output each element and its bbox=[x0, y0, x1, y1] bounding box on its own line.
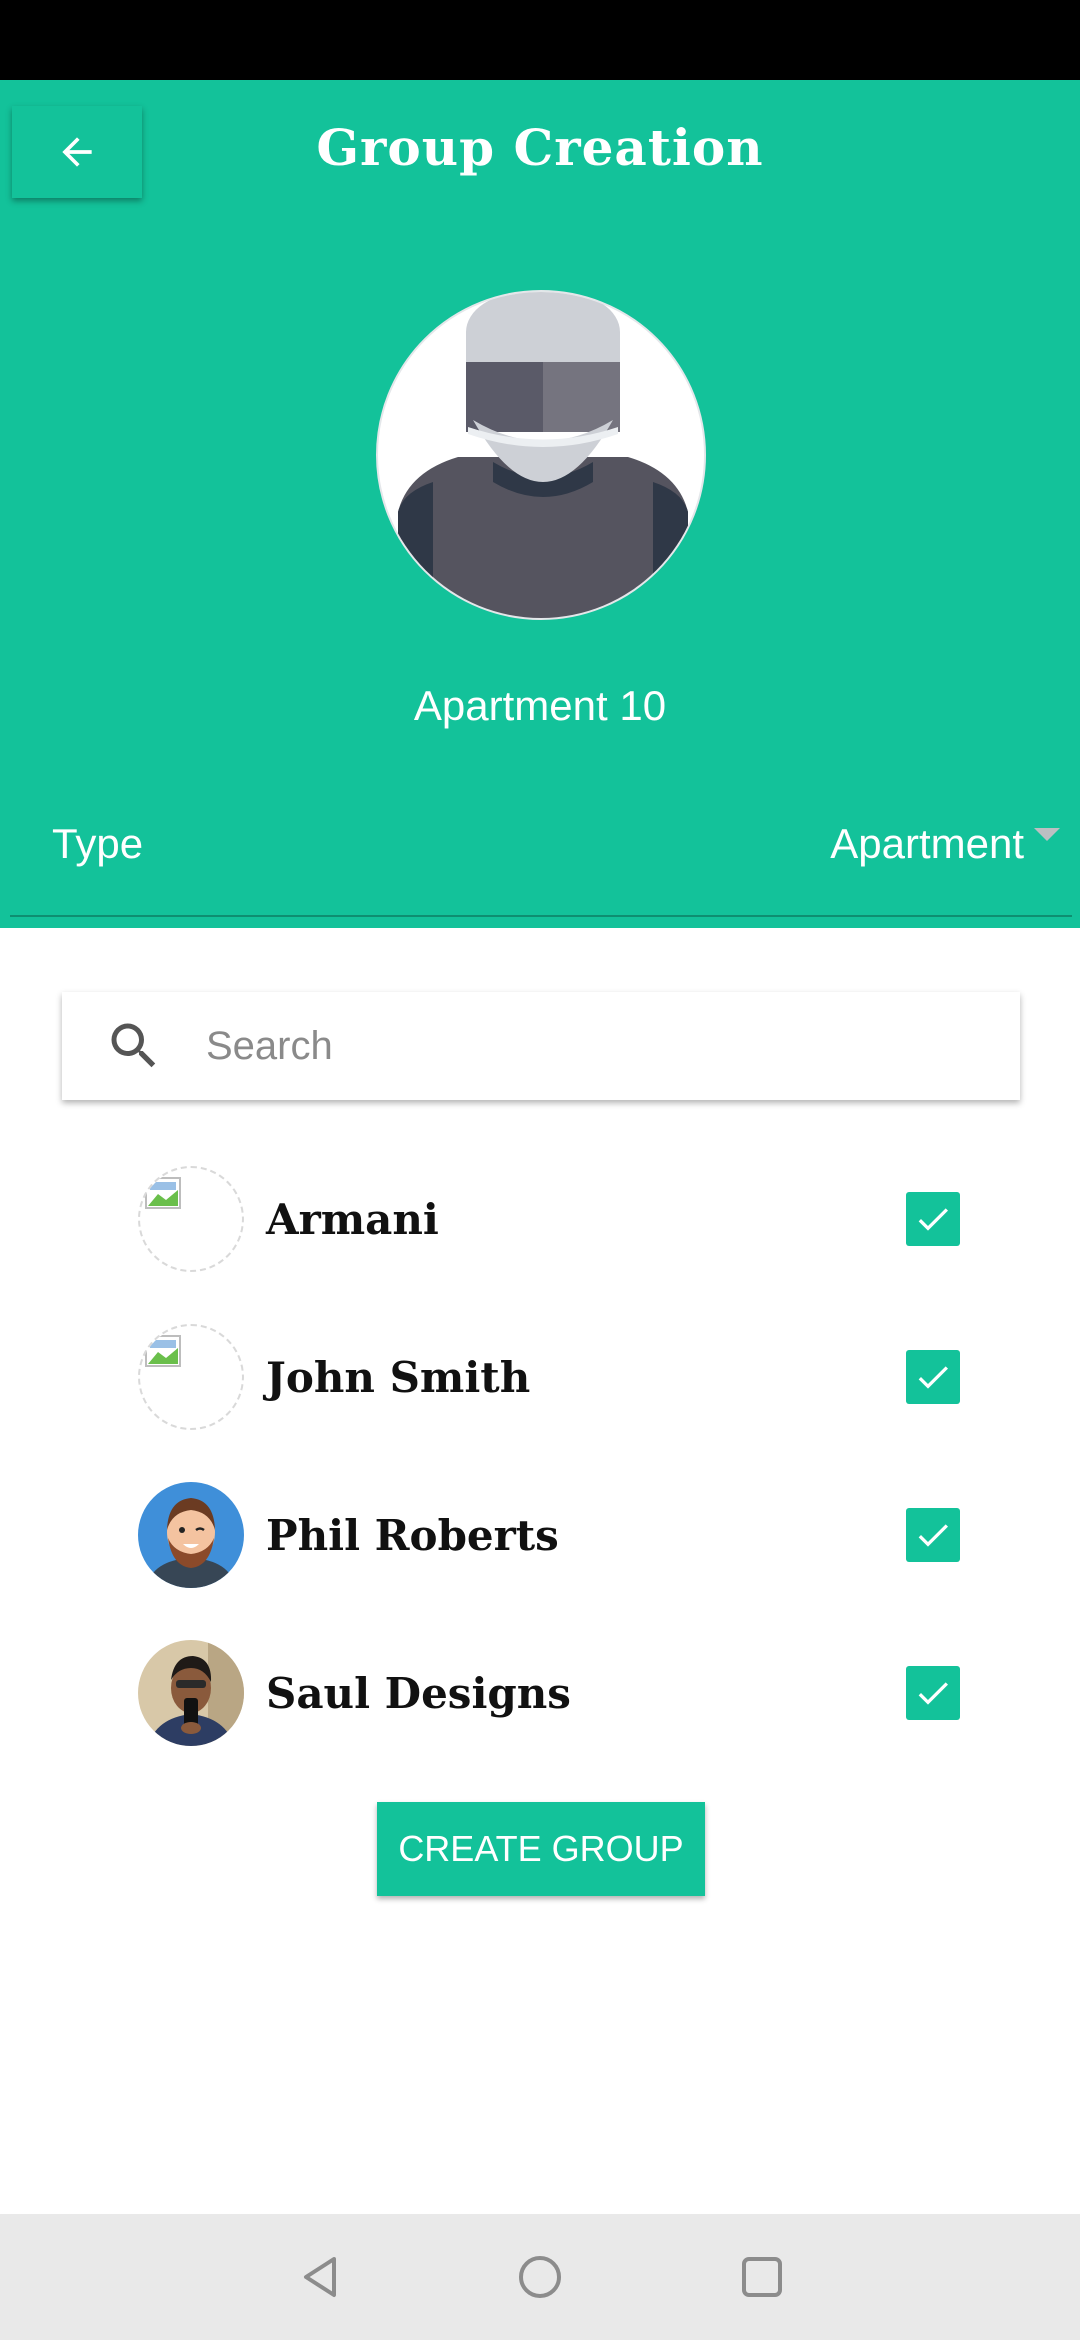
member-name: Saul Designs bbox=[266, 1668, 571, 1718]
type-selected-value: Apartment bbox=[830, 820, 1024, 867]
broken-image-icon bbox=[145, 1335, 181, 1367]
helmet-avatar-icon bbox=[398, 292, 688, 618]
member-list: Armani John Smith Phil Roberts Saul Desi… bbox=[0, 1140, 1080, 1772]
member-avatar bbox=[138, 1482, 244, 1588]
triangle-back-icon bbox=[304, 2257, 336, 2297]
header-divider bbox=[10, 915, 1072, 917]
check-icon bbox=[918, 1366, 948, 1389]
search-bar[interactable] bbox=[62, 992, 1020, 1100]
status-bar bbox=[0, 0, 1080, 80]
member-checkbox[interactable] bbox=[906, 1350, 960, 1404]
nav-home-button[interactable] bbox=[510, 2247, 570, 2307]
photo-avatar-icon bbox=[138, 1640, 244, 1746]
circle-home-icon bbox=[519, 2256, 561, 2298]
square-recents-icon bbox=[742, 2257, 782, 2297]
member-name: Phil Roberts bbox=[266, 1510, 559, 1560]
group-avatar[interactable] bbox=[376, 290, 706, 620]
member-checkbox[interactable] bbox=[906, 1508, 960, 1562]
nav-recents-button[interactable] bbox=[732, 2247, 792, 2307]
member-avatar bbox=[138, 1640, 244, 1746]
list-item[interactable]: Armani bbox=[0, 1140, 1080, 1298]
type-label: Type bbox=[52, 820, 144, 867]
check-icon bbox=[918, 1524, 948, 1547]
list-item[interactable]: Phil Roberts bbox=[0, 1456, 1080, 1614]
system-nav-bar bbox=[0, 2214, 1080, 2340]
app-header: Group Creation Apartment 10 Type Apartme… bbox=[0, 80, 1080, 928]
member-checkbox[interactable] bbox=[906, 1192, 960, 1246]
nav-back-button[interactable] bbox=[290, 2247, 350, 2307]
member-name: John Smith bbox=[266, 1352, 531, 1402]
member-checkbox[interactable] bbox=[906, 1666, 960, 1720]
list-item[interactable]: John Smith bbox=[0, 1298, 1080, 1456]
cartoon-man-avatar-icon bbox=[138, 1482, 244, 1588]
search-input[interactable] bbox=[204, 1005, 968, 1087]
list-item[interactable]: Saul Designs bbox=[0, 1614, 1080, 1772]
member-avatar bbox=[138, 1166, 244, 1272]
check-icon bbox=[918, 1208, 948, 1231]
type-dropdown[interactable]: Apartment bbox=[830, 820, 1060, 868]
member-avatar bbox=[138, 1324, 244, 1430]
search-icon bbox=[111, 1023, 156, 1068]
group-name[interactable]: Apartment 10 bbox=[0, 682, 1080, 730]
page-title: Group Creation bbox=[316, 118, 764, 177]
broken-image-icon bbox=[145, 1177, 181, 1209]
check-icon bbox=[918, 1682, 948, 1705]
dropdown-caret-icon bbox=[1034, 828, 1060, 841]
create-group-button[interactable]: CREATE GROUP bbox=[377, 1802, 705, 1896]
member-name: Armani bbox=[266, 1194, 439, 1244]
